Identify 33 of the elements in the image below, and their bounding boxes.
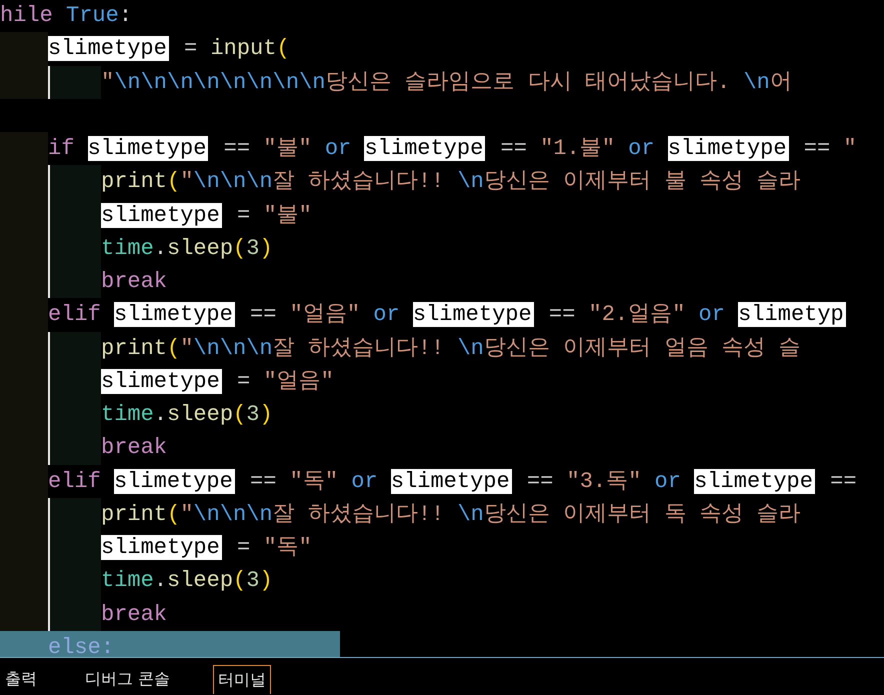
code-line: time.sleep(3) [101, 401, 273, 429]
code-line: break [101, 434, 168, 462]
code-line: print("\n\n\n잘 하셨습니다!! \n 당신은 이제부터 불 속성 슬라 [101, 168, 801, 196]
code-line: slimetype = "불" [101, 202, 312, 230]
indent-guide [0, 66, 48, 99]
indent-guide [48, 332, 101, 365]
panel-tab[interactable]: 터미널 [213, 665, 272, 694]
indent-guide [0, 598, 48, 631]
code-line: time.sleep(3) [101, 567, 273, 596]
code-line: slimetype = "독" [101, 534, 312, 562]
indent-guide [0, 32, 48, 66]
indent-guide [48, 498, 101, 531]
code-line: if slimetype == "불" or slimetype == "1.불" or slimetype == " [48, 135, 857, 163]
code-line: elif slimetype == "독" or slimetype == "3.독" or slimetype == [48, 468, 857, 496]
panel-tab[interactable]: 디버그 콘솔 [80, 664, 176, 694]
indent-guide [48, 265, 101, 298]
code-line: time.sleep(3) [101, 234, 273, 263]
indent-guide [0, 132, 48, 166]
indent-guide [48, 66, 101, 99]
panel-tab[interactable]: 출력 [0, 664, 42, 694]
code-line: print("\n\n\n잘 하셨습니다!! \n 당신은 이제부터 얼음 속성 슬 [101, 334, 801, 362]
indent-guide [48, 165, 101, 198]
code-line: "\n\n\n\n\n\n\n\n 당신은 슬라임으로 다시 태어났습니다. \n어 [101, 68, 792, 96]
code-line: break [101, 600, 168, 628]
indent-guide [48, 598, 101, 631]
code-line: slimetype = "얼음" [101, 368, 334, 396]
code-line: hile True: [0, 2, 132, 30]
indent-guide [0, 630, 48, 657]
code-line: elif slimetype == "얼음" or slimetype == "2.얼음" or slimetyp [48, 301, 847, 330]
code-line: print("\n\n\n잘 하셨습니다!! \n 당신은 이제부터 독 속성 슬라 [101, 500, 801, 529]
indent-guide [48, 431, 101, 464]
code-line: break [101, 268, 168, 296]
code-line: slimetype = input( [48, 35, 290, 64]
